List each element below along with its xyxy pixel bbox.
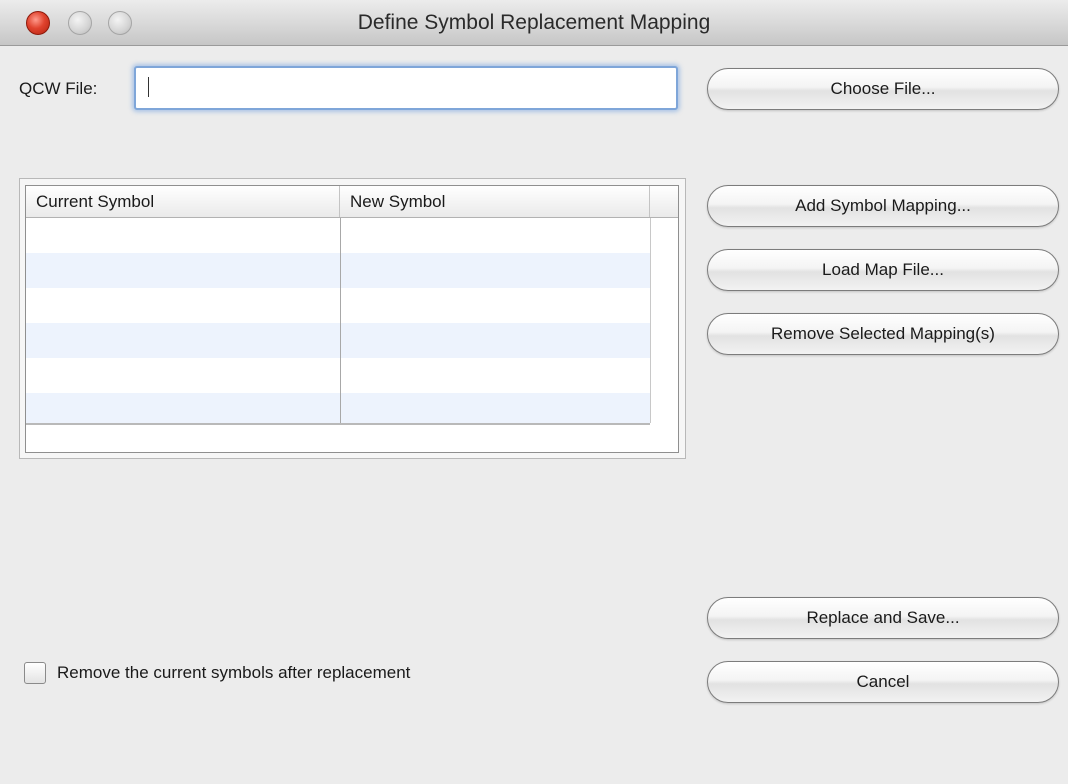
- column-header-new-symbol[interactable]: New Symbol: [340, 186, 650, 217]
- load-map-file-button[interactable]: Load Map File...: [707, 249, 1059, 291]
- table-row[interactable]: [26, 393, 650, 423]
- title-bar: Define Symbol Replacement Mapping: [0, 0, 1068, 46]
- column-divider: [340, 218, 341, 423]
- table-bottom-edge: [26, 423, 650, 425]
- table-row[interactable]: [26, 358, 650, 393]
- table-row[interactable]: [26, 323, 650, 358]
- qcw-file-label: QCW File:: [19, 79, 98, 98]
- text-caret: [148, 77, 149, 97]
- qcw-file-input[interactable]: [134, 66, 678, 110]
- column-header-filler: [650, 186, 678, 217]
- table-header: Current Symbol New Symbol: [26, 186, 678, 218]
- mapping-table[interactable]: Current Symbol New Symbol: [25, 185, 679, 453]
- window-title: Define Symbol Replacement Mapping: [357, 11, 711, 34]
- remove-symbols-checkbox[interactable]: [24, 662, 46, 684]
- remove-selected-mappings-button[interactable]: Remove Selected Mapping(s): [707, 313, 1059, 355]
- table-row[interactable]: [26, 253, 650, 288]
- choose-file-button[interactable]: Choose File...: [707, 68, 1059, 110]
- column-divider: [650, 218, 651, 423]
- table-row[interactable]: [26, 218, 650, 253]
- table-row[interactable]: [26, 288, 650, 323]
- replace-and-save-button[interactable]: Replace and Save...: [707, 597, 1059, 639]
- column-header-current-symbol[interactable]: Current Symbol: [26, 186, 340, 217]
- remove-symbols-label[interactable]: Remove the current symbols after replace…: [57, 663, 410, 683]
- cancel-button[interactable]: Cancel: [707, 661, 1059, 703]
- add-symbol-mapping-button[interactable]: Add Symbol Mapping...: [707, 185, 1059, 227]
